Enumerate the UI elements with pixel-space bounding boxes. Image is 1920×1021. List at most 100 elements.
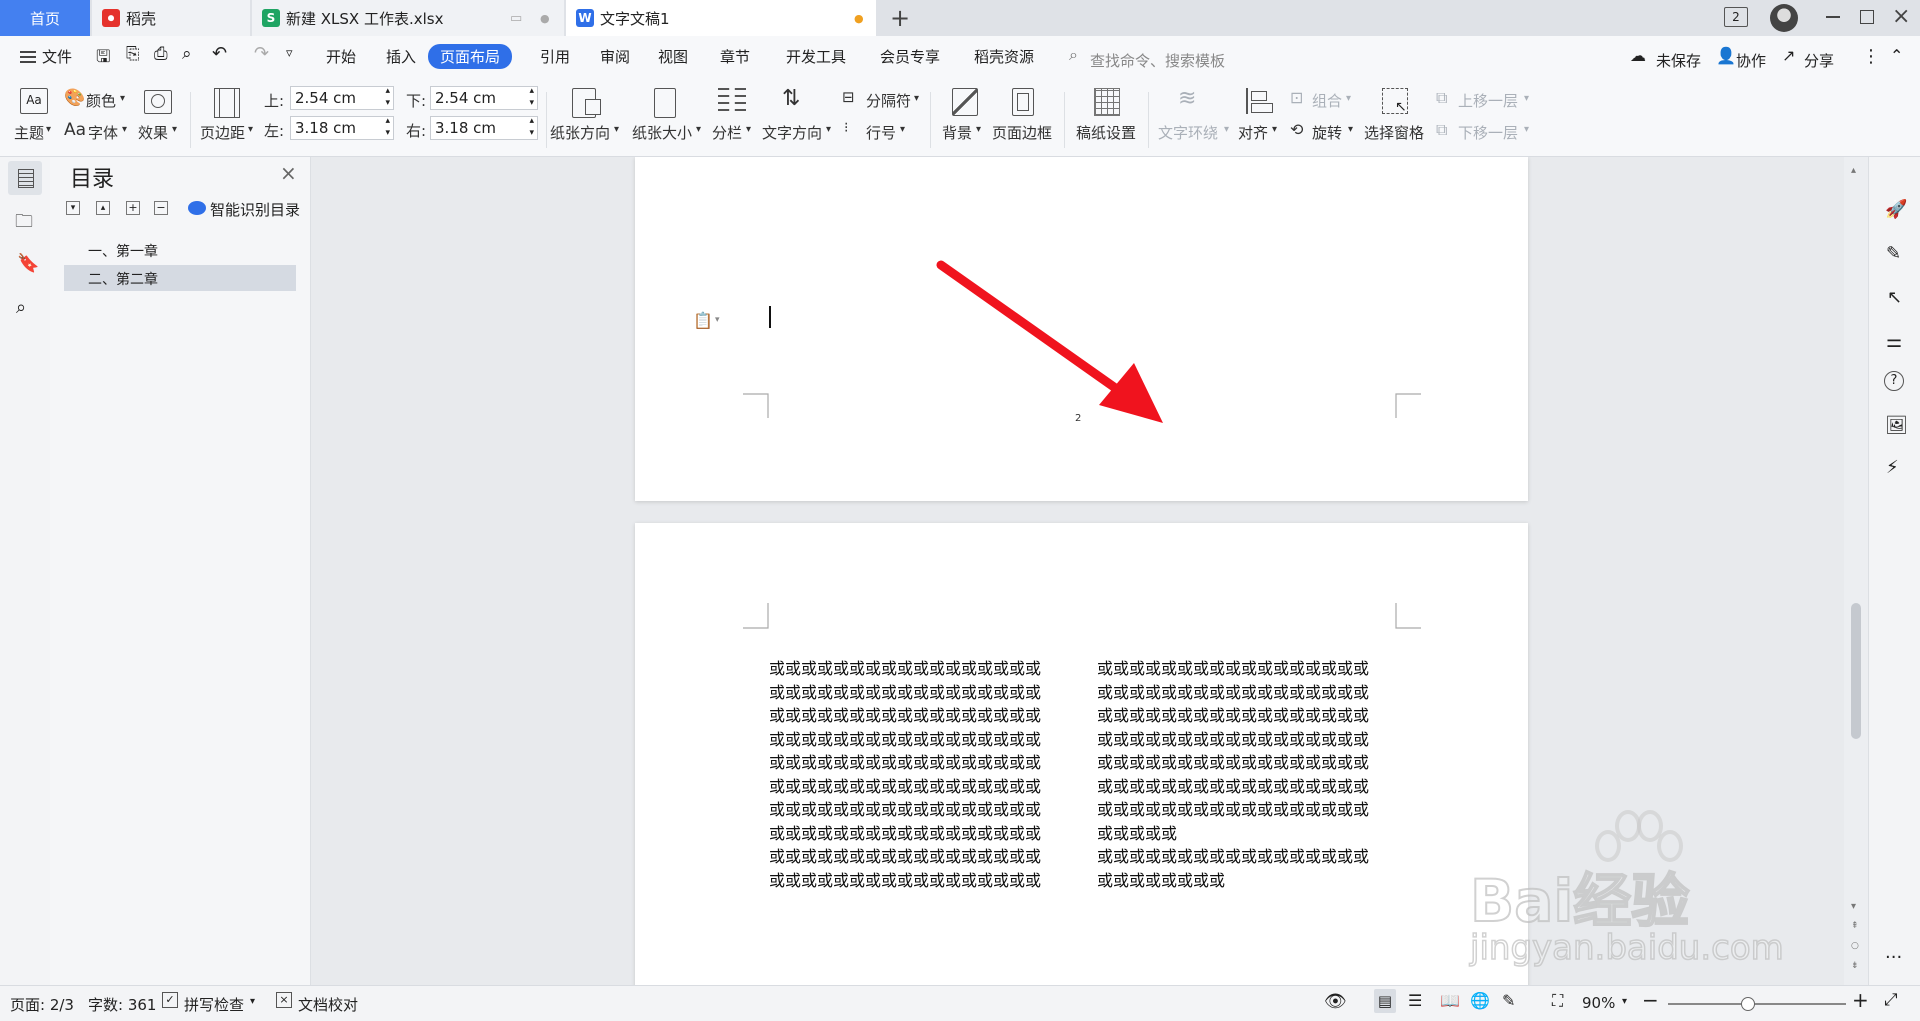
zoom-dropdown-icon[interactable]: ▾ [1622,996,1627,1007]
zoom-out-button[interactable]: − [1642,988,1659,1012]
spin-arrows-icon[interactable]: ▴ ▾ [529,85,534,109]
preview-icon[interactable]: ⌕ [182,44,192,64]
reading-view-icon[interactable]: 📖 [1440,991,1460,1010]
avatar[interactable] [1770,4,1798,32]
font-dropdown-icon[interactable]: ▾ [122,124,127,135]
outline-view-icon[interactable]: ☰ [1408,991,1422,1010]
more-dropdown-icon[interactable]: ▿ [286,46,293,61]
group-dropdown-icon[interactable]: ▾ [1346,93,1351,104]
margins-dropdown-icon[interactable]: ▾ [248,124,253,135]
collapse-all-icon[interactable]: ▾ [66,201,80,215]
toc-item-selected[interactable]: 二、第二章 [64,265,296,291]
menu-tab-1[interactable]: 插入 [386,46,416,67]
add-level-icon[interactable]: + [126,201,140,215]
menu-tab-9[interactable]: 稻壳资源 [974,46,1034,67]
text-column-2[interactable]: 或或或或或或或或或或或或或或或或或 或或或或或或或或或或或或或或或或或 或或或或或或… [1097,657,1369,892]
breaks-dropdown-icon[interactable]: ▾ [914,93,919,104]
text-wrap-dropdown-icon[interactable]: ▾ [1224,124,1229,135]
export-icon[interactable]: ⎘ [126,44,140,64]
line-numbers-button[interactable]: 行号 [866,122,896,143]
image-edit-icon[interactable]: 🖼 [1885,415,1908,436]
close-dot-icon[interactable]: ● [540,12,550,25]
columns-dropdown-icon[interactable]: ▾ [746,124,751,135]
tab-writer[interactable]: W 文字文稿1 ● [566,0,876,36]
share-button[interactable]: 分享 [1804,50,1834,71]
flash-icon[interactable]: ⚡ [1886,457,1899,478]
menu-tab-5[interactable]: 视图 [658,46,688,67]
bookmark-icon[interactable]: 🔖 [17,253,39,274]
margin-right-input[interactable]: 3.18 cm ▴ ▾ [430,116,538,140]
scrollbar-thumb[interactable] [1851,603,1861,739]
next-page-icon[interactable]: ⇟ [1851,961,1859,971]
group-button[interactable]: 组合 [1312,90,1342,111]
pointer-icon[interactable]: ↖ [1887,287,1902,308]
menu-tab-3[interactable]: 引用 [540,46,570,67]
text-column-1[interactable]: 或或或或或或或或或或或或或或或或或 或或或或或或或或或或或或或或或或或 或或或或或或… [769,657,1041,892]
zoom-in-button[interactable]: + [1852,988,1869,1012]
send-backward-dropdown-icon[interactable]: ▾ [1524,124,1529,135]
scroll-up-icon[interactable]: ▴ [1851,165,1856,176]
send-backward-button[interactable]: 下移一层 [1458,122,1518,143]
menu-tab-0[interactable]: 开始 [326,46,356,67]
sliders-icon[interactable]: ⚌ [1886,331,1902,352]
hamburger-icon[interactable] [20,51,36,63]
spin-arrows-icon[interactable]: ▴ ▾ [529,115,534,139]
paste-options-dropdown-icon[interactable]: ▾ [715,315,720,325]
menu-tab-2[interactable]: 页面布局 [428,44,513,69]
more-icon[interactable]: ··· [1885,947,1902,968]
tab-home[interactable]: 首页 [0,0,90,36]
spell-check-button[interactable]: 拼写检查 [184,994,244,1015]
spin-arrows-icon[interactable]: ▴ ▾ [385,85,390,109]
write-view-icon[interactable]: ✎ [1502,991,1515,1010]
menu-tab-8[interactable]: 会员专享 [880,46,940,67]
web-view-icon[interactable]: 🌐 [1470,991,1490,1010]
background-button[interactable]: 背景 [942,122,972,143]
page-view-icon[interactable]: ▤ [1374,989,1396,1013]
margin-bottom-input[interactable]: 2.54 cm ▴ ▾ [430,86,538,110]
toc-item[interactable]: 一、第一章 [64,237,296,263]
rotate-dropdown-icon[interactable]: ▾ [1348,124,1353,135]
fullscreen-icon[interactable]: ⤢ [1884,990,1898,1010]
theme-dropdown-icon[interactable]: ▾ [46,124,51,135]
find-icon[interactable]: ⌕ [16,297,26,318]
word-count[interactable]: 字数: 361 [88,994,156,1015]
redo-icon[interactable]: ↷ [254,43,269,64]
more-options-icon[interactable]: ⋮ [1862,46,1880,67]
margin-top-input[interactable]: 2.54 cm ▴ ▾ [290,86,394,110]
align-dropdown-icon[interactable]: ▾ [1272,124,1277,135]
minimize-button[interactable] [1826,16,1840,18]
effect-dropdown-icon[interactable]: ▾ [172,124,177,135]
unsaved-button[interactable]: 未保存 [1656,50,1701,71]
edit-icon[interactable]: ✎ [1886,243,1901,264]
zoom-slider-knob[interactable] [1741,997,1756,1011]
spin-arrows-icon[interactable]: ▴ ▾ [385,115,390,139]
margins-button[interactable]: 页边距 [200,122,245,143]
text-wrap-button[interactable]: 文字环绕 [1158,122,1218,143]
menu-tab-6[interactable]: 章节 [720,46,750,67]
navigation-icon[interactable]: 🗀 [15,209,33,239]
collab-button[interactable]: 协作 [1736,50,1766,71]
remove-level-icon[interactable]: − [154,201,168,215]
breaks-button[interactable]: 分隔符 [866,90,911,111]
screen-icon[interactable]: ▭ [510,11,522,26]
fit-page-icon[interactable]: ⛶ [1552,991,1563,1011]
zoom-value[interactable]: 90% [1582,994,1615,1012]
menu-tab-4[interactable]: 审阅 [600,46,630,67]
command-search-input[interactable]: 查找命令、搜索模板 [1090,50,1225,71]
select-browse-icon[interactable]: ○ [1851,941,1859,951]
paper-size-button[interactable]: 纸张大小 [632,122,692,143]
align-button[interactable]: 对齐 [1238,122,1268,143]
color-dropdown-icon[interactable]: ▾ [120,93,125,104]
margin-left-input[interactable]: 3.18 cm ▴ ▾ [290,116,394,140]
text-direction-dropdown-icon[interactable]: ▾ [826,124,831,135]
paste-options-icon[interactable]: 📋 [693,311,713,330]
columns-button[interactable]: 分栏 [712,122,742,143]
save-icon[interactable]: 🖫 [96,44,110,73]
text-direction-button[interactable]: 文字方向 [762,122,822,143]
smart-toc-button[interactable]: 智能识别目录 [210,199,300,220]
rotate-button[interactable]: 旋转 [1312,122,1342,143]
page-3[interactable]: 或或或或或或或或或或或或或或或或或 或或或或或或或或或或或或或或或或或 或或或或或或… [635,523,1528,985]
collapse-ribbon-icon[interactable]: ⌃ [1890,46,1903,65]
bring-forward-button[interactable]: 上移一层 [1458,90,1518,111]
tab-daoke[interactable]: ⏺ 稻壳 [92,0,250,36]
